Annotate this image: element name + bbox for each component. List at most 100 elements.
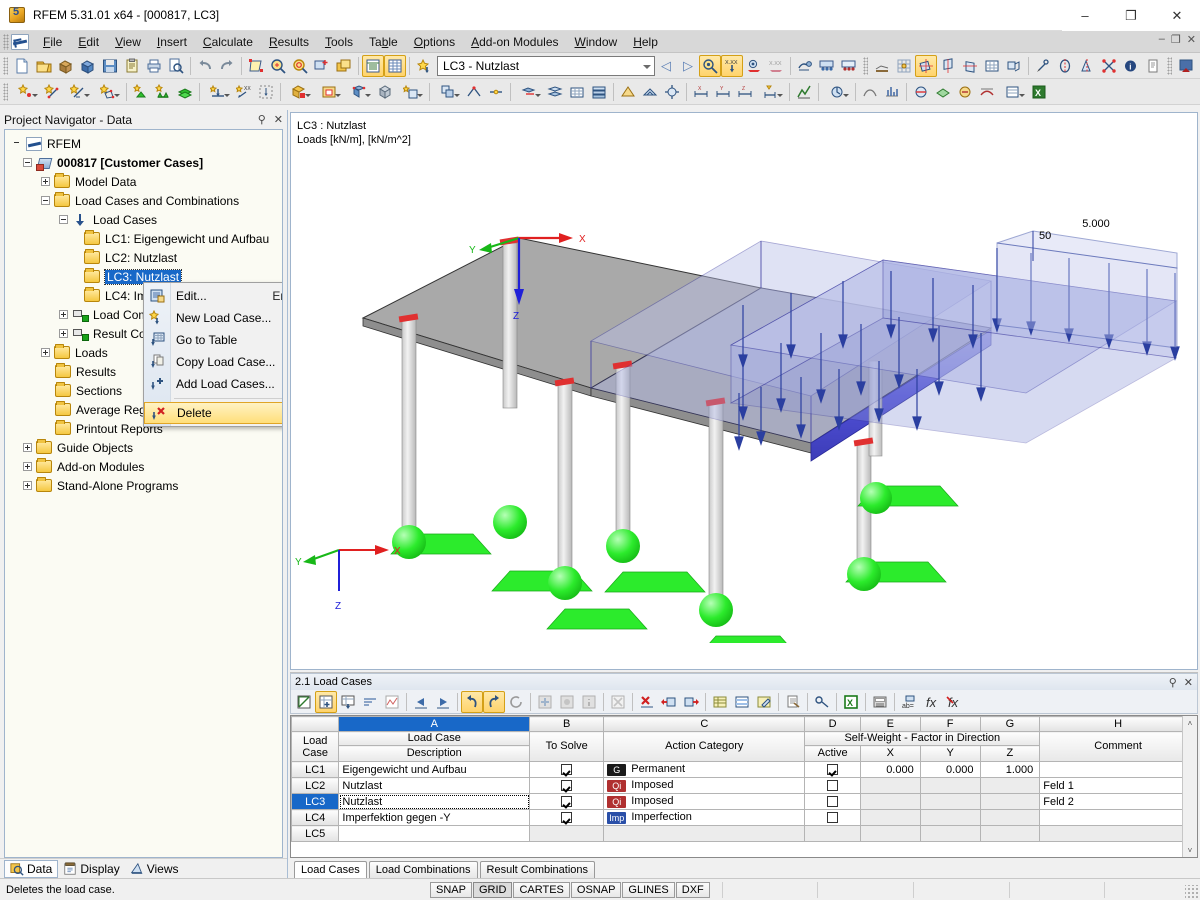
show-grid-table-button[interactable] xyxy=(384,55,406,77)
structural-model-3d[interactable]: 5.000 50 X Y Z xyxy=(291,113,1197,643)
table-export-excel-button[interactable]: X xyxy=(840,691,862,713)
table-redo-button[interactable] xyxy=(483,691,505,713)
chevron-down-icon[interactable] xyxy=(1019,94,1025,97)
chevron-down-icon[interactable] xyxy=(84,94,90,97)
tab-load-combinations[interactable]: Load Combinations xyxy=(369,861,478,878)
new-solid-body-button[interactable] xyxy=(374,81,396,103)
tree-item-model[interactable]: 000817 [Customer Cases] xyxy=(9,153,282,172)
toolbar-grip-handle[interactable] xyxy=(3,57,8,75)
tab-load-cases[interactable]: Load Cases xyxy=(294,861,367,878)
cell-to-solve[interactable] xyxy=(530,826,604,842)
scroll-up-button[interactable]: ˄ xyxy=(1183,716,1197,730)
table-undo-button[interactable] xyxy=(461,691,483,713)
export-results-button[interactable]: X xyxy=(1028,81,1050,103)
cell-description[interactable]: Nutzlast xyxy=(339,778,530,794)
menu-options[interactable]: Options xyxy=(406,33,463,51)
cell-comment[interactable]: Feld 2 xyxy=(1040,794,1197,810)
maximize-button[interactable]: ❐ xyxy=(1108,0,1154,31)
table-clear-formula-button[interactable]: fx xyxy=(942,691,964,713)
table-sort-button[interactable] xyxy=(359,691,381,713)
expand-icon[interactable] xyxy=(59,329,68,338)
tree-item-load-cases[interactable]: Load Cases xyxy=(9,210,282,229)
mdi-restore-button[interactable]: ❐ xyxy=(1171,33,1181,46)
mirror-button[interactable] xyxy=(1076,55,1098,77)
cell-action-category[interactable]: QiImposed xyxy=(604,794,805,810)
collapse-icon[interactable] xyxy=(23,158,32,167)
new-line-support-button[interactable] xyxy=(152,81,174,103)
cell-active[interactable] xyxy=(805,810,861,826)
print-button[interactable] xyxy=(143,55,165,77)
render-model-button[interactable] xyxy=(794,55,816,77)
pin-icon[interactable]: ⚲ xyxy=(258,113,266,126)
cell-action-category[interactable] xyxy=(604,826,805,842)
cell-comment[interactable] xyxy=(1040,826,1197,842)
cell-to-solve[interactable] xyxy=(530,810,604,826)
window-resize-grip[interactable] xyxy=(1185,885,1199,899)
tree-item-addon-modules[interactable]: Add-on Modules xyxy=(9,457,282,476)
col-letter-f[interactable]: F xyxy=(920,717,980,732)
new-solid-button[interactable] xyxy=(284,81,314,103)
table-insert-row-button[interactable] xyxy=(315,691,337,713)
generate-mesh-button[interactable] xyxy=(617,81,639,103)
dimension-y-button[interactable]: Y xyxy=(712,81,734,103)
context-menu-item-copy-load-case[interactable]: Copy Load Case... xyxy=(144,351,283,373)
status-toggle-glines[interactable]: GLINES xyxy=(622,882,674,898)
scale-button[interactable] xyxy=(1098,55,1120,77)
table-prev-button[interactable] xyxy=(410,691,432,713)
show-loads-button[interactable] xyxy=(699,55,721,77)
collapse-icon[interactable] xyxy=(41,196,50,205)
clipboard-button[interactable] xyxy=(121,55,143,77)
table-row[interactable]: LC5 xyxy=(292,826,1197,842)
cell-comment[interactable]: Feld 1 xyxy=(1040,778,1197,794)
surface-tool-button[interactable] xyxy=(544,81,566,103)
row-id[interactable]: LC5 xyxy=(292,826,339,842)
save-button[interactable] xyxy=(99,55,121,77)
cell-active[interactable] xyxy=(805,826,861,842)
chevron-down-icon[interactable] xyxy=(643,65,651,69)
show-hinges-button[interactable] xyxy=(838,55,860,77)
cell-to-solve[interactable] xyxy=(530,794,604,810)
new-load-case-toolbar-button[interactable] xyxy=(413,55,435,77)
table-edit-cell-button[interactable] xyxy=(753,691,775,713)
info-button[interactable]: i xyxy=(1120,55,1142,77)
col-letter-d[interactable]: D xyxy=(805,717,861,732)
new-free-load-button[interactable]: XX xyxy=(233,81,255,103)
tree-item-load-cases-and-combinations[interactable]: Load Cases and Combinations xyxy=(9,191,282,210)
context-menu-item-new-load-case[interactable]: New Load Case... xyxy=(144,307,283,329)
new-guide-object-button[interactable] xyxy=(396,81,426,103)
toolbar-grip-handle-2[interactable] xyxy=(863,57,868,75)
chevron-down-icon[interactable] xyxy=(305,94,311,97)
collapse-icon[interactable] xyxy=(59,215,68,224)
status-toggle-grid[interactable]: GRID xyxy=(473,882,513,898)
table-delete-left-button[interactable] xyxy=(658,691,680,713)
cell-comment[interactable] xyxy=(1040,762,1197,778)
navigator-tab-display[interactable]: Display xyxy=(58,861,124,877)
analysis-settings-button[interactable] xyxy=(661,81,683,103)
table-add-button[interactable] xyxy=(534,691,556,713)
col-letter-c[interactable]: C xyxy=(604,717,805,732)
menu-tools[interactable]: Tools xyxy=(317,33,361,51)
table-vertical-scrollbar[interactable]: ˄ ˅ xyxy=(1182,716,1197,857)
navigator-tab-views[interactable]: Views xyxy=(125,861,184,877)
mdi-close-button[interactable]: ✕ xyxy=(1187,33,1196,46)
table-row[interactable]: LC3 Nutzlast QiImposed Feld 2 xyxy=(292,794,1197,810)
table-delete-right-button[interactable] xyxy=(680,691,702,713)
mdi-minimize-button[interactable]: – xyxy=(1159,33,1165,46)
status-toggle-snap[interactable]: SNAP xyxy=(430,882,472,898)
chevron-down-icon[interactable] xyxy=(843,94,849,97)
cell-active[interactable] xyxy=(805,778,861,794)
table-clear-button[interactable] xyxy=(607,691,629,713)
table-row[interactable]: LC2 Nutzlast QiImposed Feld 1 xyxy=(292,778,1197,794)
to-solve-checkbox[interactable] xyxy=(561,764,572,775)
table-rename-button[interactable]: ab= xyxy=(898,691,920,713)
table-stats-button[interactable] xyxy=(381,691,403,713)
minimize-button[interactable]: – xyxy=(1062,0,1108,31)
mesh-tool-button[interactable] xyxy=(566,81,588,103)
row-id-selected[interactable]: LC3 xyxy=(292,794,339,810)
table-formula-button[interactable]: fx xyxy=(920,691,942,713)
calculate-button[interactable] xyxy=(793,81,815,103)
open-model-button[interactable] xyxy=(55,55,77,77)
chevron-down-icon[interactable] xyxy=(365,94,371,97)
expand-icon[interactable] xyxy=(23,462,32,471)
context-menu-item-delete[interactable]: Delete Del xyxy=(144,402,283,424)
